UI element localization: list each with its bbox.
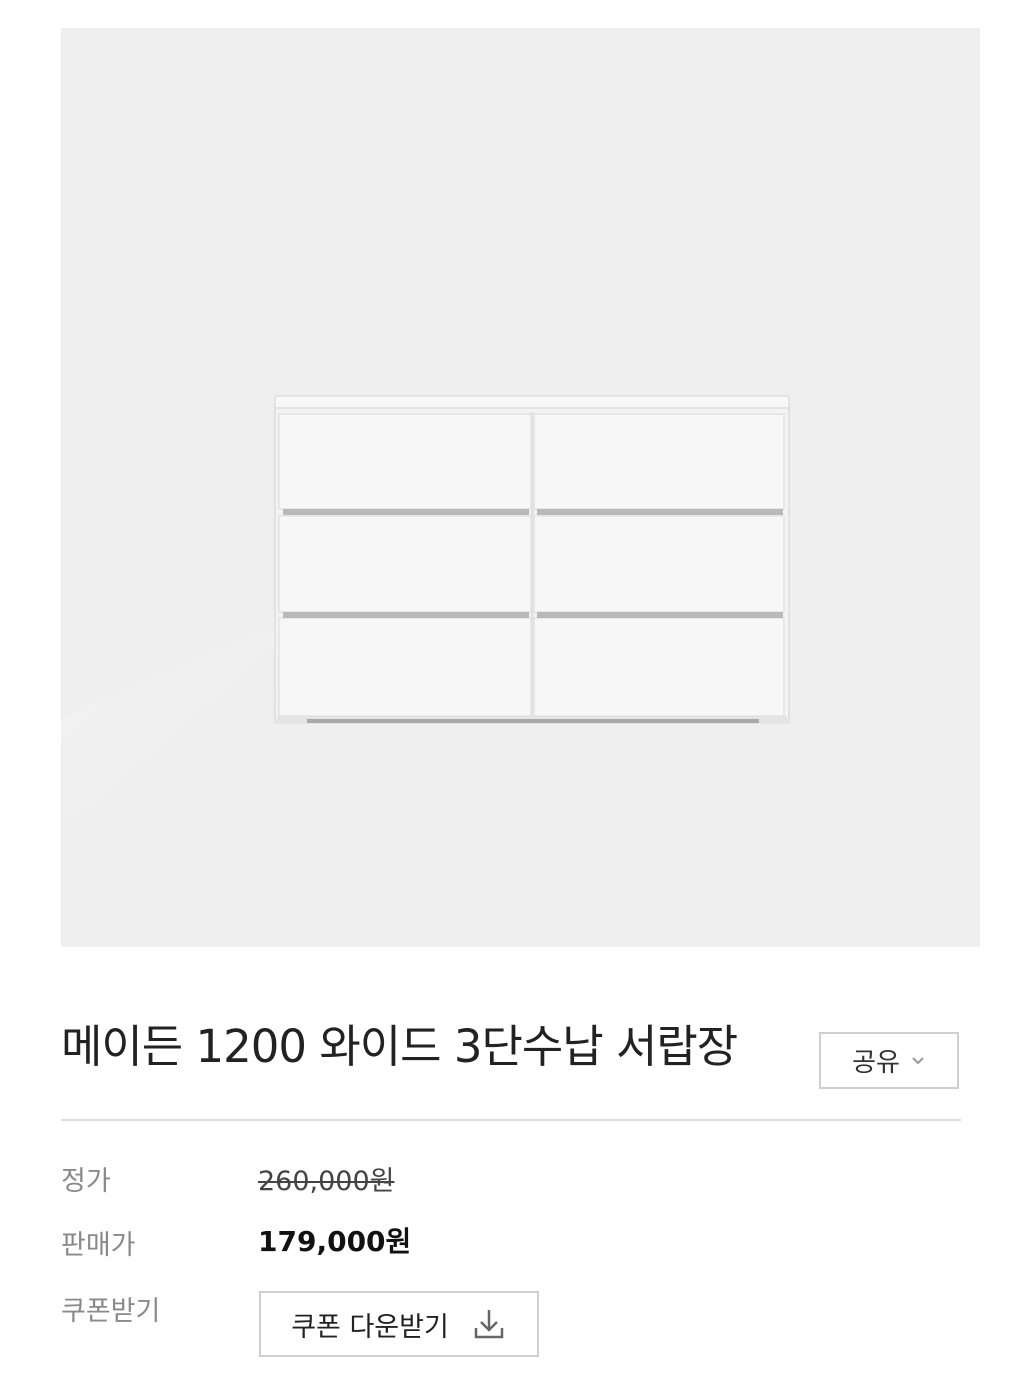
chevron-down-icon	[912, 1056, 924, 1064]
coupon-download-button[interactable]: 쿠폰 다운받기	[259, 1291, 539, 1357]
coupon-download-label: 쿠폰 다운받기	[291, 1311, 449, 1343]
product-title: 메이든 1200 와이드 3단수납 서랍장	[61, 1020, 738, 1073]
list-price-value: 260,000원	[258, 1166, 395, 1197]
coupon-row-label: 쿠폰받기	[61, 1296, 161, 1327]
share-button[interactable]: 공유	[819, 1032, 959, 1089]
title-divider	[61, 1119, 961, 1121]
dresser-illustration	[61, 395, 790, 818]
product-image[interactable]	[61, 28, 980, 947]
sale-price-label: 판매가	[61, 1230, 136, 1261]
download-icon	[474, 1310, 504, 1339]
sale-price-value: 179,000원	[258, 1225, 412, 1258]
share-label: 공유	[852, 1048, 900, 1078]
list-price-label: 정가	[61, 1166, 111, 1197]
